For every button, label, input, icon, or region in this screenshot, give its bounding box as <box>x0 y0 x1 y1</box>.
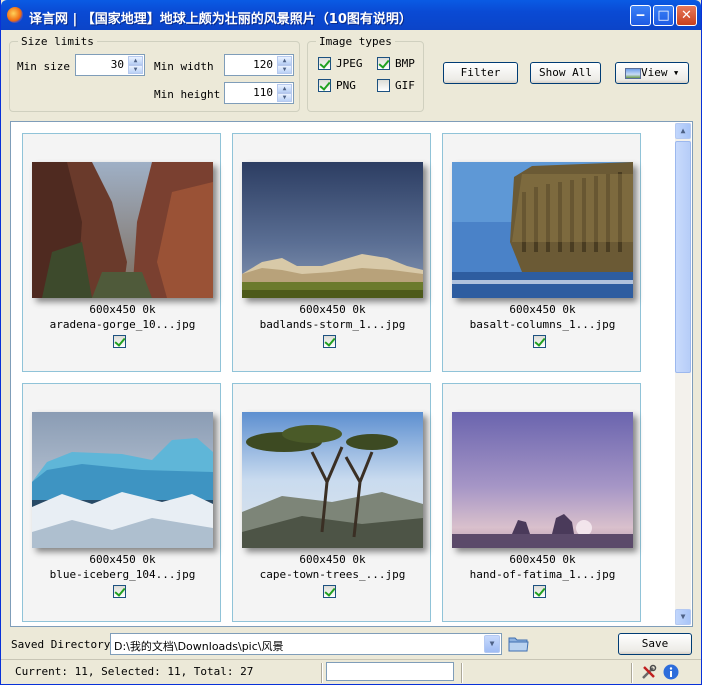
bmp-label: BMP <box>395 57 415 70</box>
spin-down-icon[interactable]: ▼ <box>128 65 143 74</box>
gif-label: GIF <box>395 79 415 92</box>
view-button[interactable]: View ▼ <box>615 62 689 84</box>
size-limits-label: Size limits <box>18 35 97 48</box>
image-dimensions: 600x450 0k <box>89 303 156 316</box>
save-button[interactable]: Save <box>618 633 692 655</box>
min-height-label: Min height <box>154 88 221 101</box>
min-size-label: Min size <box>17 60 70 73</box>
image-dimensions: 600x450 0k <box>89 553 156 566</box>
min-width-label: Min width <box>154 60 214 73</box>
jpeg-label: JPEG <box>336 57 363 70</box>
image-card[interactable]: 600x450 0k badlands-storm_1...jpg <box>232 133 431 372</box>
image-select-checkbox[interactable] <box>323 585 336 598</box>
tools-icon[interactable] <box>641 664 657 680</box>
thumbnail-image[interactable] <box>452 162 633 298</box>
show-all-button[interactable]: Show All <box>530 62 601 84</box>
saved-directory-value: D:\我的文档\Downloads\pic\风景 <box>114 640 284 653</box>
png-label: PNG <box>336 79 356 92</box>
chevron-down-icon: ▼ <box>674 69 679 77</box>
status-separator <box>461 663 463 683</box>
spin-up-icon[interactable]: ▲ <box>277 84 292 93</box>
scrollbar-thumb[interactable] <box>675 141 691 373</box>
image-dimensions: 600x450 0k <box>509 303 576 316</box>
image-filename: badlands-storm_1...jpg <box>259 318 406 331</box>
thumbnail-image[interactable] <box>32 162 213 298</box>
jpeg-checkbox[interactable] <box>318 57 331 70</box>
close-icon: ✕ <box>681 8 692 23</box>
scroll-up-icon[interactable]: ▲ <box>675 123 691 139</box>
min-width-stepper[interactable]: 120 ▲ ▼ <box>224 54 294 76</box>
minimize-icon: ‒ <box>635 8 646 23</box>
image-filename: blue-iceberg_104...jpg <box>49 568 196 581</box>
size-limits-group: Size limits Min size 30 ▲ ▼ Min width 120… <box>9 35 300 112</box>
thumbnail-image[interactable] <box>242 412 423 548</box>
image-select-checkbox[interactable] <box>533 585 546 598</box>
status-text: Current: 11, Selected: 11, Total: 27 <box>15 665 254 678</box>
image-dimensions: 600x450 0k <box>509 553 576 566</box>
filter-button[interactable]: Filter <box>443 62 518 84</box>
saved-directory-label: Saved Directory <box>11 638 111 651</box>
image-dimensions: 600x450 0k <box>299 553 366 566</box>
maximize-button[interactable]: □ <box>653 5 674 26</box>
spin-down-icon[interactable]: ▼ <box>277 93 292 102</box>
image-card[interactable]: 600x450 0k basalt-columns_1...jpg <box>442 133 641 372</box>
min-height-value: 110 <box>253 86 273 99</box>
spin-down-icon[interactable]: ▼ <box>277 65 292 74</box>
status-separator <box>321 663 323 683</box>
image-filename: basalt-columns_1...jpg <box>469 318 616 331</box>
image-filename: cape-town-trees_...jpg <box>259 568 406 581</box>
image-select-checkbox[interactable] <box>113 585 126 598</box>
min-height-stepper[interactable]: 110 ▲ ▼ <box>224 82 294 104</box>
view-image-icon <box>625 68 641 79</box>
image-card[interactable]: 600x450 0k cape-town-trees_...jpg <box>232 383 431 622</box>
image-types-label: Image types <box>316 35 395 48</box>
min-size-stepper[interactable]: 30 ▲ ▼ <box>75 54 145 76</box>
status-bar: Current: 11, Selected: 11, Total: 27 <box>1 659 701 684</box>
image-types-group: Image types JPEG BMP PNG GIF <box>307 35 424 112</box>
gif-checkbox[interactable] <box>377 79 390 92</box>
bmp-checkbox[interactable] <box>377 57 390 70</box>
thumbnail-image[interactable] <box>452 412 633 548</box>
maximize-icon: □ <box>657 8 670 23</box>
spin-up-icon[interactable]: ▲ <box>128 56 143 65</box>
app-window: 译言网 | 【国家地理】地球上颇为壮丽的风景照片（10图有说明） ‒ □ ✕ S… <box>0 0 702 685</box>
min-width-value: 120 <box>253 58 273 71</box>
image-select-checkbox[interactable] <box>113 335 126 348</box>
png-checkbox[interactable] <box>318 79 331 92</box>
close-button[interactable]: ✕ <box>676 5 697 26</box>
thumbnail-image[interactable] <box>32 412 213 548</box>
vertical-scrollbar[interactable]: ▲ ▼ <box>675 123 691 625</box>
scroll-down-icon[interactable]: ▼ <box>675 609 691 625</box>
image-filename: aradena-gorge_10...jpg <box>49 318 196 331</box>
thumbnail-image[interactable] <box>242 162 423 298</box>
image-gallery[interactable]: 600x450 0k aradena-gorge_10...jpg 600x45… <box>10 121 693 627</box>
image-dimensions: 600x450 0k <box>299 303 366 316</box>
image-select-checkbox[interactable] <box>323 335 336 348</box>
image-select-checkbox[interactable] <box>533 335 546 348</box>
firefox-icon <box>7 7 23 23</box>
spin-up-icon[interactable]: ▲ <box>277 56 292 65</box>
window-title: 译言网 | 【国家地理】地球上颇为壮丽的风景照片（10图有说明） <box>29 12 412 27</box>
minimize-button[interactable]: ‒ <box>630 5 651 26</box>
saved-directory-combo[interactable]: D:\我的文档\Downloads\pic\风景 ▼ <box>110 633 502 655</box>
folder-icon[interactable] <box>508 635 529 653</box>
image-card[interactable]: 600x450 0k aradena-gorge_10...jpg <box>22 133 221 372</box>
image-filename: hand-of-fatima_1...jpg <box>469 568 616 581</box>
chevron-down-icon[interactable]: ▼ <box>484 635 500 653</box>
info-icon[interactable] <box>663 664 679 680</box>
status-separator <box>631 663 633 683</box>
image-card[interactable]: 600x450 0k hand-of-fatima_1...jpg <box>442 383 641 622</box>
status-progress-field <box>326 662 454 681</box>
view-label: View <box>641 66 668 79</box>
min-size-value: 30 <box>110 58 124 71</box>
image-card[interactable]: 600x450 0k blue-iceberg_104...jpg <box>22 383 221 622</box>
title-bar[interactable]: 译言网 | 【国家地理】地球上颇为壮丽的风景照片（10图有说明） ‒ □ ✕ <box>1 0 701 30</box>
